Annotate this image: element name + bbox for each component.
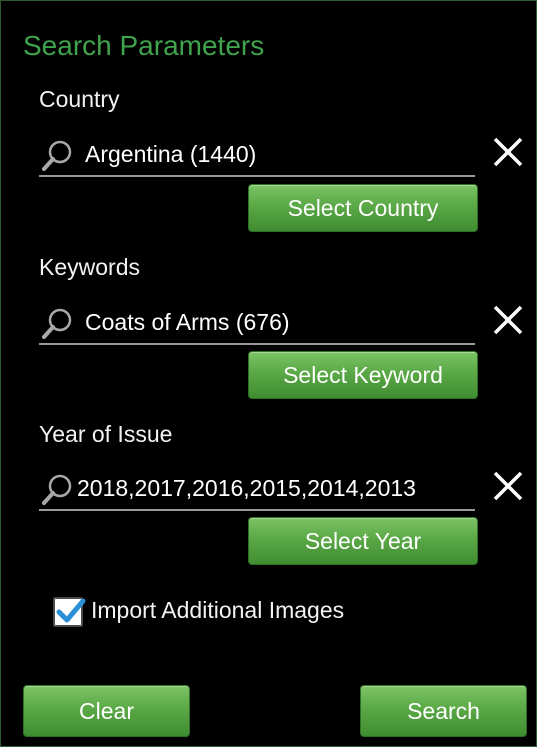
search-button[interactable]: Search <box>360 685 527 737</box>
checkmark-icon <box>56 598 86 623</box>
country-label: Country <box>39 86 120 112</box>
select-year-button[interactable]: Select Year <box>248 517 478 565</box>
clear-country-close-icon[interactable] <box>491 135 525 169</box>
keywords-value: Coats of Arms (676) <box>85 309 290 335</box>
keywords-label: Keywords <box>39 254 140 280</box>
search-icon <box>42 140 72 171</box>
year-label: Year of Issue <box>39 421 173 447</box>
search-icon <box>42 308 72 339</box>
select-keyword-button[interactable]: Select Keyword <box>248 351 478 399</box>
select-country-button[interactable]: Select Country <box>248 184 478 232</box>
clear-keywords-close-icon[interactable] <box>491 303 525 337</box>
import-images-checkbox[interactable] <box>53 597 86 627</box>
year-value: 2018,2017,2016,2015,2014,2013 <box>77 475 416 501</box>
dialog-title: Search Parameters <box>23 30 265 61</box>
search-parameters-dialog: Search Parameters Country Argentina (144… <box>0 0 537 747</box>
country-field[interactable]: Argentina (1440) <box>39 131 475 177</box>
clear-button[interactable]: Clear <box>23 685 190 737</box>
country-value: Argentina (1440) <box>85 141 257 167</box>
clear-year-close-icon[interactable] <box>491 469 525 503</box>
year-field[interactable]: 2018,2017,2016,2015,2014,2013 <box>39 465 475 511</box>
search-icon <box>42 474 72 505</box>
import-images-label[interactable]: Import Additional Images <box>91 596 344 624</box>
keywords-field[interactable]: Coats of Arms (676) <box>39 299 475 345</box>
